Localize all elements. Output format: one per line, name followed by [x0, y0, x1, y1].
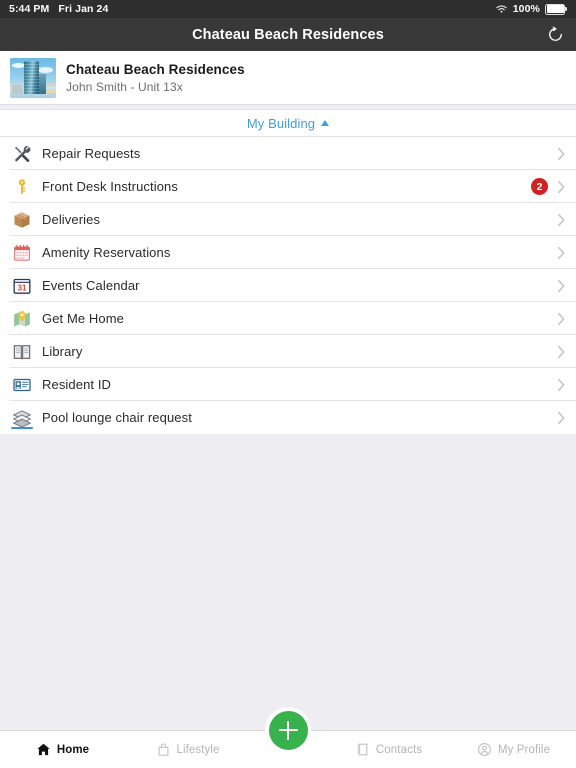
tab-contacts[interactable]: Contacts — [326, 731, 451, 768]
status-badge: 2 — [531, 178, 548, 195]
tab-my-profile[interactable]: My Profile — [451, 731, 576, 768]
menu-row-accessory — [557, 312, 566, 326]
chevron-right-icon — [557, 213, 566, 227]
building-profile-header[interactable]: Chateau Beach Residences John Smith - Un… — [0, 51, 576, 104]
tools-icon — [10, 142, 34, 166]
battery-percent: 100% — [512, 3, 540, 15]
package-icon — [10, 208, 34, 232]
chevron-right-icon — [557, 312, 566, 326]
contacts-icon — [355, 742, 371, 758]
menu-row-label: Repair Requests — [42, 146, 141, 161]
chevron-right-icon — [557, 345, 566, 359]
menu-row-label: Deliveries — [42, 212, 101, 227]
menu-row-accessory — [557, 213, 566, 227]
add-button[interactable] — [268, 710, 308, 750]
person-icon — [477, 742, 493, 758]
menu-row-label: Library — [42, 344, 83, 359]
plus-icon — [278, 720, 298, 740]
status-time: 5:44 PM — [9, 3, 50, 15]
battery-icon — [545, 3, 567, 15]
menu-row-accessory — [557, 378, 566, 392]
calendar-31-icon: 31 — [10, 274, 34, 298]
menu-row-label: Pool lounge chair request — [42, 410, 192, 425]
map-pin-icon — [10, 307, 34, 331]
menu-list: Repair Requests Front Desk Instructions 2 D… — [0, 137, 576, 434]
wifi-icon — [495, 4, 508, 14]
menu-row[interactable]: Resident ID — [0, 368, 576, 401]
pool-underline — [11, 426, 33, 429]
tab-my-profile-label: My Profile — [497, 743, 551, 756]
nav-bar: Chateau Beach Residences — [0, 18, 576, 51]
tab-lifestyle-label: Lifestyle — [176, 743, 220, 756]
tab-lifestyle[interactable]: Lifestyle — [125, 731, 250, 768]
resident-unit: John Smith - Unit 13x — [66, 79, 183, 94]
my-building-section-header[interactable]: My Building — [0, 110, 576, 137]
menu-row-label: Front Desk Instructions — [42, 179, 178, 194]
caret-up-icon[interactable] — [321, 120, 330, 126]
menu-row-accessory — [557, 279, 566, 293]
key-icon — [10, 175, 34, 199]
app-screen: 5:44 PM Fri Jan 24 100% Chateau Beach Re… — [0, 0, 576, 768]
profile-text: Chateau Beach Residences John Smith - Un… — [66, 62, 245, 94]
id-card-icon — [10, 373, 34, 397]
menu-row-accessory — [557, 345, 566, 359]
menu-row-accessory — [557, 246, 566, 260]
section-title: My Building — [246, 115, 316, 131]
tab-home-label: Home — [56, 743, 90, 756]
menu-row-label: Get Me Home — [42, 311, 125, 326]
chevron-right-icon — [557, 411, 566, 425]
status-right-cluster: 100% — [495, 3, 567, 15]
svg-text:31: 31 — [18, 283, 27, 292]
add-button-ring — [265, 707, 311, 753]
chevron-right-icon — [557, 378, 566, 392]
menu-row-label: Amenity Reservations — [42, 245, 171, 260]
chevron-right-icon — [557, 147, 566, 161]
menu-row[interactable]: Amenity Reservations — [0, 236, 576, 269]
status-bar: 5:44 PM Fri Jan 24 100% — [0, 0, 576, 18]
menu-row-accessory — [557, 147, 566, 161]
menu-row[interactable]: Pool lounge chair request — [0, 401, 576, 434]
refresh-icon[interactable] — [544, 24, 566, 46]
building-photo — [10, 57, 56, 98]
status-date: Fri Jan 24 — [58, 3, 109, 15]
page-title: Chateau Beach Residences — [192, 26, 384, 43]
calendar-icon — [10, 241, 34, 265]
chevron-right-icon — [557, 279, 566, 293]
menu-row[interactable]: Get Me Home — [0, 302, 576, 335]
menu-row-label: Resident ID — [42, 377, 112, 392]
menu-row-accessory: 2 — [531, 178, 566, 195]
menu-row[interactable]: Deliveries — [0, 203, 576, 236]
empty-area — [0, 434, 576, 720]
open-book-icon — [10, 340, 34, 364]
tab-contacts-label: Contacts — [375, 743, 423, 756]
menu-row[interactable]: Library — [0, 335, 576, 368]
menu-row-accessory — [557, 411, 566, 425]
layers-icon — [10, 406, 34, 430]
home-icon — [36, 742, 52, 758]
menu-row[interactable]: 31 Events Calendar — [0, 269, 576, 302]
menu-row-label: Events Calendar — [42, 278, 140, 293]
bag-icon — [155, 742, 171, 758]
chevron-right-icon — [557, 180, 566, 194]
chevron-right-icon — [557, 246, 566, 260]
tab-home[interactable]: Home — [0, 731, 125, 768]
building-name: Chateau Beach Residences — [66, 61, 245, 77]
menu-row[interactable]: Front Desk Instructions 2 — [0, 170, 576, 203]
menu-row[interactable]: Repair Requests — [0, 137, 576, 170]
